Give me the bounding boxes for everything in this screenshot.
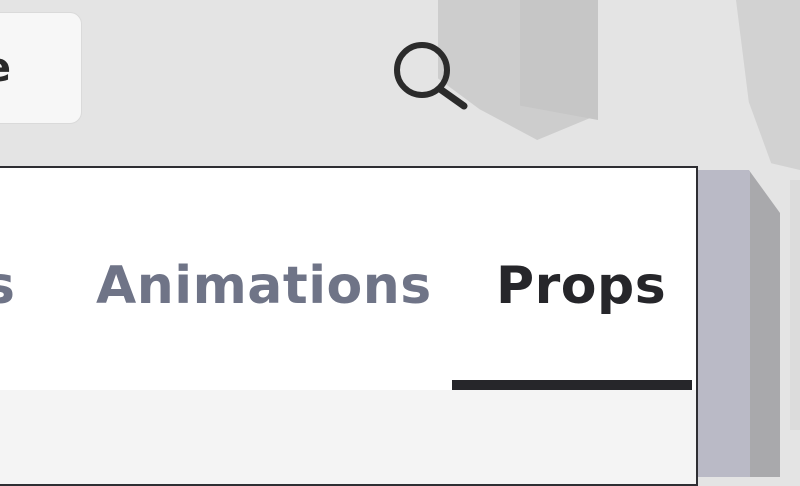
scrollbar[interactable] [698, 170, 780, 477]
search-icon[interactable] [388, 38, 472, 110]
tab-props[interactable]: Props [496, 246, 666, 326]
background-cube-right [736, 0, 800, 170]
background-cube-side [520, 0, 598, 120]
tab-partial[interactable]: s [0, 246, 15, 326]
top-text-field[interactable]: e [0, 12, 82, 124]
panel-content [0, 390, 696, 484]
background-edge [790, 180, 800, 430]
assets-panel: s Animations Props [0, 166, 698, 486]
tab-bar: s Animations Props [0, 168, 696, 390]
tab-animations[interactable]: Animations [96, 246, 432, 326]
active-tab-indicator [452, 380, 692, 390]
top-field-text: e [0, 45, 11, 91]
scrollbar-track[interactable] [698, 170, 750, 477]
